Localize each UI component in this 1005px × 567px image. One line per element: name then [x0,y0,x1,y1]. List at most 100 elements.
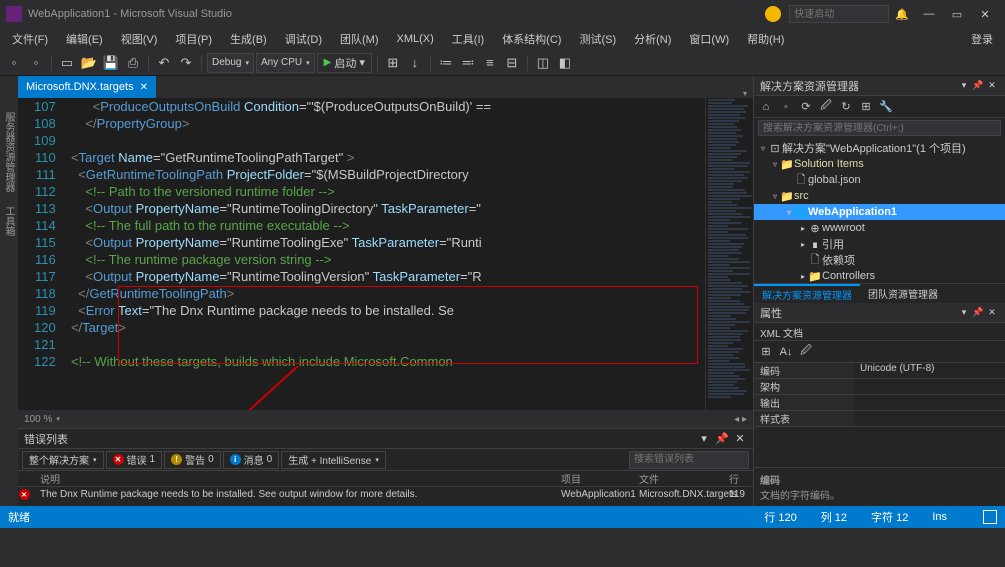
panel-close-icon[interactable]: ✕ [733,432,747,445]
menu-item[interactable]: XML(X) [389,31,444,47]
menu-item[interactable]: 体系结构(C) [494,29,571,49]
panel-pin-icon[interactable]: 📌 [715,432,729,445]
toolbar-icon-2[interactable]: ↓ [405,53,425,73]
panel-pin-icon[interactable]: 📌 [971,80,985,91]
toolbar-icon-4[interactable]: ≕ [458,53,478,73]
code-view[interactable]: 1071081091101111121131141151161171181191… [18,98,753,410]
menu-item[interactable]: 编辑(E) [58,29,113,49]
panel-menu-icon[interactable]: ▾ [957,80,971,91]
tree-node[interactable]: ▸📁Controllers [754,268,1005,283]
toolbar-icon-3[interactable]: ≔ [436,53,456,73]
error-search-input[interactable] [629,451,749,469]
menu-item[interactable]: 生成(B) [222,29,277,49]
menu-item[interactable]: 团队(M) [332,29,389,49]
sign-in-link[interactable]: 登录 [971,31,993,47]
tab-overflow-icon[interactable]: ▾ [737,89,753,98]
panel-menu-icon[interactable]: ▾ [957,307,971,318]
team-explorer-tab[interactable]: 团队资源管理器 [860,284,946,303]
warnings-filter[interactable]: !警告 0 [164,451,221,469]
minimap[interactable] [705,98,753,410]
props-tool-icon[interactable]: 🖉 [798,344,814,360]
categorize-icon[interactable]: ⊞ [758,344,774,360]
error-row[interactable]: ✕The Dnx Runtime package needs to be ins… [18,487,753,502]
panel-menu-icon[interactable]: ▾ [697,432,711,445]
errors-filter[interactable]: ✕错误 1 [106,451,163,469]
toolbar-icon-5[interactable]: ≡ [480,53,500,73]
menu-item[interactable]: 分析(N) [626,29,681,49]
run-button[interactable]: ▶启动▾ [317,53,372,73]
panel-pin-icon[interactable]: 📌 [971,307,985,318]
toolbar-icon-8[interactable]: ◧ [555,53,575,73]
panel-close-icon[interactable]: ✕ [985,80,999,91]
property-row[interactable]: 样式表 [754,411,1005,427]
save-all-icon[interactable]: ⎙ [123,53,143,73]
main-toolbar: ◦ ◦ ▭ 📂 💾 ⎙ ↶ ↷ Debug▾ Any CPU▾ ▶启动▾ ⊞ ↓… [0,50,1005,76]
show-all-icon[interactable]: ⊞ [858,99,874,115]
menu-item[interactable]: 测试(S) [571,29,626,49]
tree-node[interactable]: ▿🌐WebApplication1 [754,204,1005,220]
tree-node[interactable]: ▸⊕wwwroot [754,220,1005,236]
home-icon[interactable]: ⌂ [758,99,774,115]
property-row[interactable]: 架构 [754,379,1005,395]
tree-node[interactable]: ▿📁Solution Items [754,156,1005,172]
status-resize-icon[interactable] [983,510,997,524]
warning-icon: ! [171,454,182,465]
file-tab-active[interactable]: Microsoft.DNX.targets ✕ [18,76,156,98]
close-button[interactable]: ✕ [971,4,999,24]
toolbar-icon-1[interactable]: ⊞ [383,53,403,73]
refresh-icon[interactable]: ↻ [838,99,854,115]
zoom-level[interactable]: 100 % [24,414,52,425]
properties-panel: 属性 ▾ 📌 ✕ XML 文档 ⊞ A↓ 🖉 编码Unicode (UTF-8)… [754,303,1005,506]
sync-icon[interactable]: ⟳ [798,99,814,115]
solution-search [754,118,1005,138]
menu-item[interactable]: 视图(V) [113,29,168,49]
config-dropdown[interactable]: Debug▾ [207,53,254,73]
messages-filter[interactable]: i消息 0 [223,451,280,469]
solution-icon: ⊡ [768,142,782,155]
platform-dropdown[interactable]: Any CPU▾ [256,53,315,73]
menu-item[interactable]: 调试(D) [277,29,332,49]
nav-fwd-icon[interactable]: ◦ [26,53,46,73]
server-explorer-tab[interactable]: 服务器资源管理器 [0,106,18,198]
tree-node[interactable]: 🗋依赖项 [754,252,1005,268]
tree-node[interactable]: ▸∎引用 [754,236,1005,252]
property-row[interactable]: 编码Unicode (UTF-8) [754,363,1005,379]
toolbar-icon-6[interactable]: ⊟ [502,53,522,73]
menu-item[interactable]: 工具(I) [444,29,494,49]
source-dropdown[interactable]: 生成 + IntelliSense▾ [281,451,386,469]
property-row[interactable]: 输出 [754,395,1005,411]
menu-item[interactable]: 窗口(W) [681,29,739,49]
tool-icon-1[interactable]: ◦ [778,99,794,115]
solution-search-input[interactable] [758,120,1001,136]
toolbar-icon-7[interactable]: ◫ [533,53,553,73]
user-avatar-icon[interactable] [765,6,781,22]
undo-icon[interactable]: ↶ [154,53,174,73]
new-project-icon[interactable]: ▭ [57,53,77,73]
scope-dropdown[interactable]: 整个解决方案▾ [22,451,104,469]
tree-node[interactable]: ▿📁src [754,188,1005,204]
properties-icon[interactable]: 🔧 [878,99,894,115]
open-file-icon[interactable]: 📂 [79,53,99,73]
notify-icon[interactable]: 🔔 [895,8,909,21]
close-tab-icon[interactable]: ✕ [140,82,148,93]
menu-item[interactable]: 文件(F) [4,29,58,49]
maximize-button[interactable]: ▭ [943,4,971,24]
minimize-button[interactable]: — [915,4,943,24]
solution-explorer-tab[interactable]: 解决方案资源管理器 [754,284,860,303]
redo-icon[interactable]: ↷ [176,53,196,73]
prop-desc-title: 编码 [760,476,780,487]
tool-icon-2[interactable]: 🖉 [818,99,834,115]
status-line: 行 120 [764,509,796,525]
alpha-sort-icon[interactable]: A↓ [778,344,794,360]
quick-launch-input[interactable] [789,5,889,23]
save-icon[interactable]: 💾 [101,53,121,73]
panel-close-icon[interactable]: ✕ [985,307,999,318]
nav-back-icon[interactable]: ◦ [4,53,24,73]
solution-root[interactable]: ▿⊡ 解决方案"WebApplication1"(1 个项目) [754,140,1005,156]
menu-item[interactable]: 帮助(H) [739,29,794,49]
tree-node[interactable]: 🗋global.json [754,172,1005,188]
main-area: 服务器资源管理器 工具箱 Microsoft.DNX.targets ✕ ▾ 1… [0,76,1005,506]
toolbox-tab[interactable]: 工具箱 [0,200,18,242]
menu-item[interactable]: 项目(P) [167,29,222,49]
solution-toolbar: ⌂ ◦ ⟳ 🖉 ↻ ⊞ 🔧 [754,96,1005,118]
